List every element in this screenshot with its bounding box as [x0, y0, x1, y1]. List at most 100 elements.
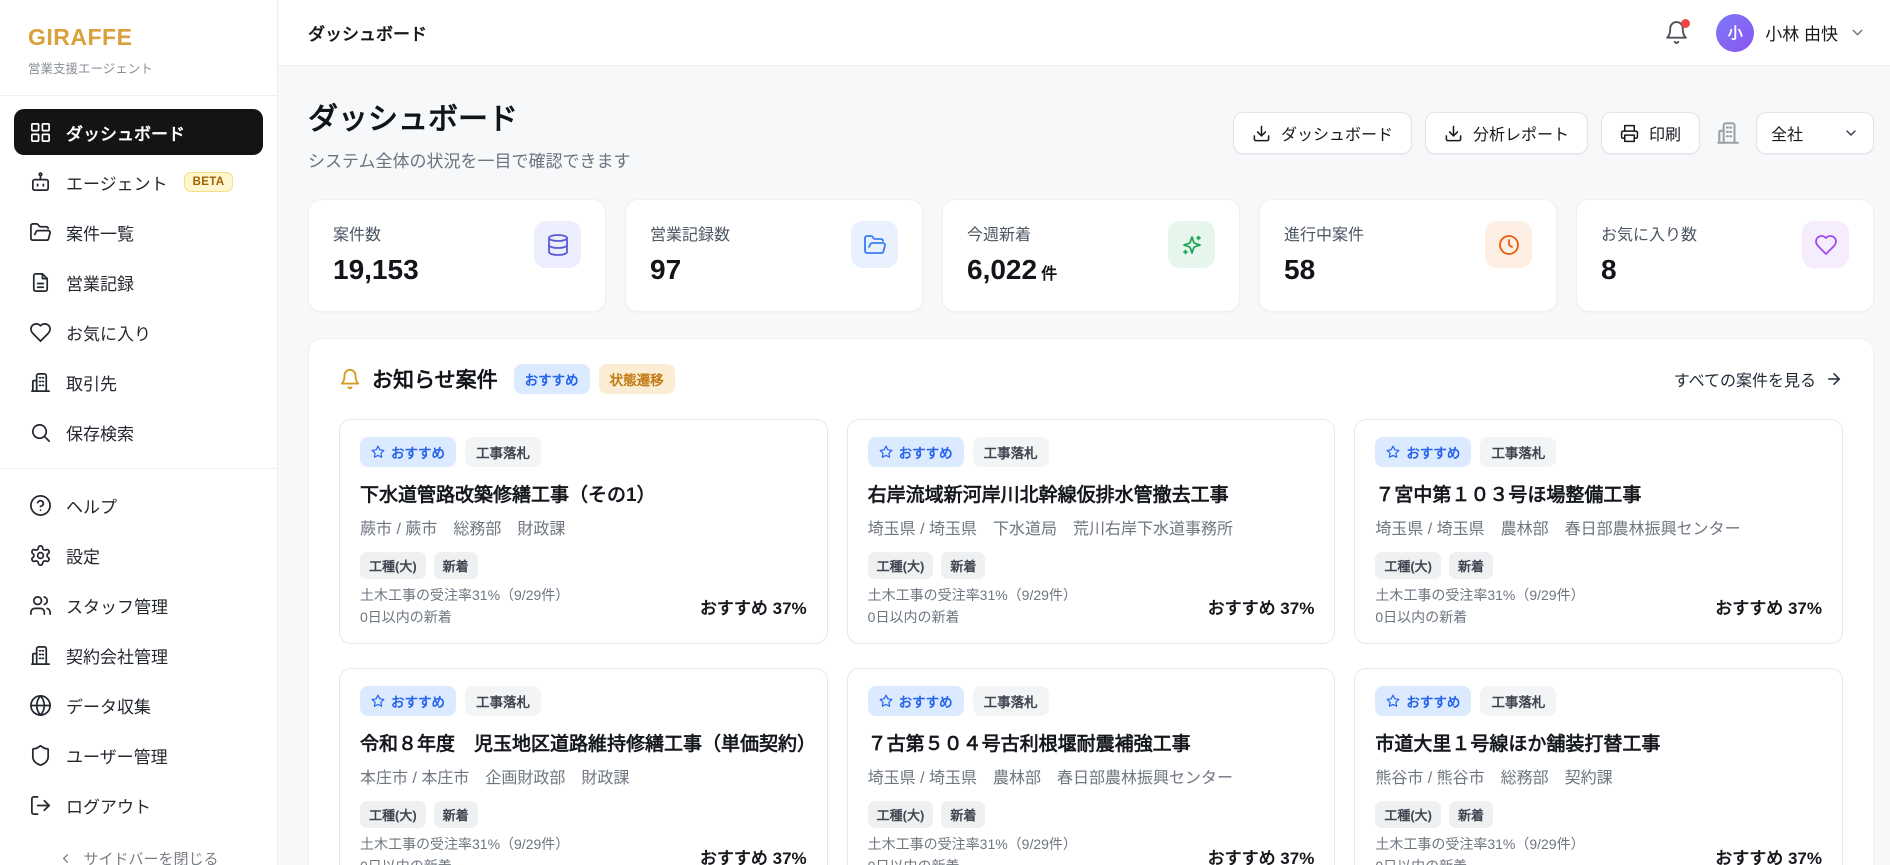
- sidebar-item-file-text[interactable]: 営業記録: [14, 259, 263, 305]
- sparkles-icon: [1168, 221, 1215, 268]
- type-badge: 工事落札: [1480, 686, 1557, 717]
- stat-value: 97: [650, 254, 682, 285]
- scope-select[interactable]: 全社: [1756, 112, 1874, 154]
- export-report-button[interactable]: 分析レポート: [1424, 112, 1588, 154]
- download-icon: [1444, 124, 1463, 143]
- user-name: 小林 由快: [1765, 25, 1838, 44]
- tag-new: 新着: [1449, 801, 1494, 829]
- stat-value: 8: [1601, 254, 1617, 285]
- project-title: ７古第５０４号古利根堰耐震補強工事: [867, 734, 1191, 756]
- download-icon: [1252, 124, 1271, 143]
- recommend-score: おすすめ 37%: [1207, 599, 1315, 619]
- tag-new: 新着: [941, 801, 986, 829]
- sidebar-item-gear[interactable]: 設定: [14, 532, 263, 578]
- logout-icon: [29, 794, 52, 817]
- shield-icon: [29, 744, 52, 767]
- star-icon: [1386, 445, 1400, 459]
- notice-panel: お知らせ案件 おすすめ 状態遷移 すべての案件を見る おすすめ 工事落札 下水道…: [308, 338, 1874, 865]
- project-card[interactable]: おすすめ 工事落札 令和８年度 児玉地区道路維持修繕工事（単価契約） 本庄市 /…: [339, 668, 828, 865]
- sidebar-item-heart[interactable]: お気に入り: [14, 309, 263, 355]
- sidebar-item-logout[interactable]: ログアウト: [14, 782, 263, 828]
- sidebar-item-globe[interactable]: データ収集: [14, 682, 263, 728]
- file-text-icon: [29, 271, 52, 294]
- new-within-text: 0日以内の新着: [1375, 856, 1584, 865]
- stat-unit: 件: [1041, 266, 1058, 283]
- project-location: 蕨市 / 蕨市 総務部 財政課: [360, 521, 566, 538]
- sidebar-item-search[interactable]: 保存検索: [14, 409, 263, 455]
- stat-label: 今週新着: [967, 227, 1032, 244]
- sidebar-item-robot[interactable]: エージェント BETA: [14, 159, 263, 205]
- star-icon: [1386, 694, 1400, 708]
- type-badge: 工事落札: [465, 437, 541, 467]
- order-rate-text: 土木工事の受注率31%（9/29件）: [867, 836, 1077, 853]
- sidebar-item-building[interactable]: 取引先: [14, 359, 263, 405]
- sidebar-item-help-circle[interactable]: ヘルプ: [14, 482, 263, 528]
- project-location: 熊谷市 / 熊谷市 総務部 契約課: [1375, 770, 1613, 788]
- project-card[interactable]: おすすめ 工事落札 ７古第５０４号古利根堰耐震補強工事 埼玉県 / 埼玉県 農林…: [846, 668, 1336, 865]
- notice-cards-grid: おすすめ 工事落札 下水道管路改築修繕工事（その1） 蕨市 / 蕨市 総務部 財…: [339, 419, 1843, 865]
- tag-new: 新着: [433, 552, 478, 579]
- clock-icon: [1485, 221, 1532, 268]
- stat-label: お気に入り数: [1601, 227, 1698, 244]
- stat-card-heart: お気に入り数 8: [1576, 199, 1874, 312]
- project-card[interactable]: おすすめ 工事落札 下水道管路改築修繕工事（その1） 蕨市 / 蕨市 総務部 財…: [339, 419, 828, 645]
- gear-icon: [29, 544, 52, 567]
- stat-label: 営業記録数: [650, 227, 731, 244]
- type-badge: 工事落札: [1480, 437, 1557, 467]
- sidebar-item-dashboard[interactable]: ダッシュボード: [14, 109, 263, 155]
- new-within-text: 0日以内の新着: [1375, 608, 1468, 625]
- arrow-right-icon: [1825, 370, 1843, 388]
- tag-new: 新着: [941, 552, 986, 579]
- brand-logo: GIRAFFE: [28, 24, 133, 50]
- building-icon[interactable]: [1715, 120, 1741, 146]
- sidebar-item-users[interactable]: スタッフ管理: [14, 582, 263, 628]
- heart-icon: [1802, 221, 1849, 268]
- tag-new: 新着: [1449, 552, 1494, 579]
- recommend-score: おすすめ 37%: [699, 599, 807, 619]
- globe-icon: [29, 694, 52, 717]
- notice-title: お知らせ案件: [372, 369, 498, 392]
- transition-filter-badge: 状態遷移: [598, 364, 675, 394]
- new-within-text: 0日以内の新着: [360, 856, 569, 865]
- project-card[interactable]: おすすめ 工事落札 市道大里１号線ほか舗装打替工事 熊谷市 / 熊谷市 総務部 …: [1354, 668, 1843, 865]
- star-icon: [371, 445, 385, 459]
- robot-icon: [29, 171, 52, 194]
- sidebar-item-shield[interactable]: ユーザー管理: [14, 732, 263, 778]
- tag-work-type: 工種(大): [1375, 801, 1441, 829]
- project-card[interactable]: おすすめ 工事落札 ７宮中第１０３号ほ場整備工事 埼玉県 / 埼玉県 農林部 春…: [1354, 419, 1843, 645]
- stat-value: 58: [1284, 254, 1316, 285]
- sidebar: GIRAFFE 営業支援エージェント ダッシュボード エージェント BETA 案…: [0, 0, 278, 865]
- recommend-score: おすすめ 37%: [1715, 599, 1822, 619]
- sidebar-collapse-button[interactable]: サイドバーを閉じる: [0, 832, 277, 865]
- notifications-button[interactable]: [1664, 18, 1691, 46]
- folder-open-icon: [851, 221, 898, 268]
- new-within-text: 0日以内の新着: [868, 856, 1077, 865]
- topbar: ダッシュボード 小 小林 由快: [278, 0, 1890, 66]
- stat-card-folder-open: 営業記録数 97: [625, 199, 923, 312]
- sidebar-main-nav: ダッシュボード エージェント BETA 案件一覧 営業記録 お気に入り 取引先 …: [0, 96, 277, 459]
- building-icon: [29, 371, 52, 394]
- user-menu[interactable]: 小 小林 由快: [1716, 13, 1866, 52]
- sidebar-item-folder[interactable]: 案件一覧: [14, 209, 263, 255]
- recommend-badge: おすすめ: [867, 437, 964, 467]
- tag-work-type: 工種(大): [360, 552, 426, 579]
- view-all-link[interactable]: すべての案件を見る: [1674, 367, 1843, 391]
- project-location: 埼玉県 / 埼玉県 農林部 春日部農林振興センター: [1375, 521, 1741, 538]
- order-rate-text: 土木工事の受注率31%（9/29件）: [360, 587, 570, 603]
- stat-value: 6,022 件: [967, 254, 1058, 285]
- recommend-badge: おすすめ: [1375, 437, 1472, 467]
- recommend-filter-badge: おすすめ: [513, 364, 590, 394]
- export-dashboard-button[interactable]: ダッシュボード: [1232, 112, 1412, 154]
- new-within-text: 0日以内の新着: [360, 608, 452, 625]
- sidebar-item-building[interactable]: 契約会社管理: [14, 632, 263, 678]
- tag-work-type: 工種(大): [360, 801, 426, 829]
- type-badge: 工事落札: [972, 437, 1049, 467]
- printer-icon: [1620, 124, 1639, 143]
- star-icon: [371, 694, 385, 708]
- main-area: ダッシュボード 小 小林 由快 ダッシュボード システム全体の状況を一目で確認で…: [278, 0, 1890, 865]
- print-button[interactable]: 印刷: [1600, 112, 1700, 154]
- recommend-score: おすすめ 37%: [1715, 848, 1822, 865]
- tag-work-type: 工種(大): [1375, 552, 1441, 579]
- avatar: 小: [1716, 13, 1755, 52]
- project-card[interactable]: おすすめ 工事落札 右岸流域新河岸川北幹線仮排水管撤去工事 埼玉県 / 埼玉県 …: [846, 419, 1336, 645]
